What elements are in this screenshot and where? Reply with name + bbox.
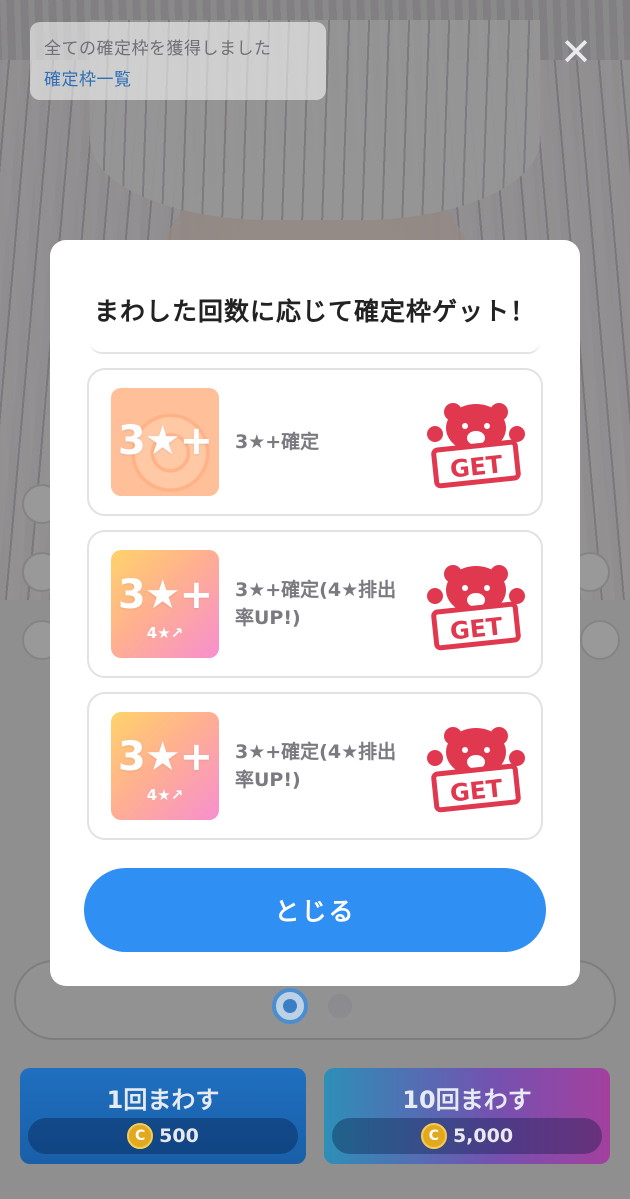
modal-title: まわした回数に応じて確定枠ゲット！	[93, 297, 536, 326]
reward-row: 3★+ 3★+確定 GET	[87, 368, 543, 516]
reward-badge-text: 3★+	[117, 572, 213, 618]
spin-ten-cost: C 5,000	[332, 1118, 602, 1154]
spin-once-label: 1回まわす	[106, 1086, 220, 1114]
coin-icon: C	[127, 1123, 154, 1149]
reward-badge-subtext: 4★↗	[146, 624, 184, 642]
reward-badge-subtext: 4★↗	[146, 786, 184, 804]
spin-ten-label: 10回まわす	[402, 1086, 532, 1114]
reward-row: 3★+ 4★↗ 3★+確定(4★排出率UP!) GET	[87, 692, 543, 840]
close-modal-button[interactable]: とじる	[84, 868, 546, 952]
reward-badge-text: 3★+	[117, 418, 213, 464]
close-icon[interactable]: ✕	[556, 32, 596, 72]
spin-ten-cost-value: 5,000	[452, 1125, 514, 1147]
reward-label: 3★+確定(4★排出率UP!)	[235, 741, 397, 791]
guaranteed-slot-modal: まわした回数に応じて確定枠ゲット！ 3★+ 3★+確定 GET 3★+ 4★↗	[50, 240, 580, 986]
spin-once-cost-value: 500	[159, 1125, 199, 1147]
notice-banner: 全ての確定枠を獲得しました 確定枠一覧	[30, 22, 326, 100]
spin-once-button[interactable]: 1回まわす C 500	[20, 1068, 306, 1164]
reward-badge: 3★+ 4★↗	[111, 550, 219, 658]
get-stamp-icon: GET	[427, 403, 525, 489]
reward-badge: 3★+ 4★↗	[111, 712, 219, 820]
get-stamp-icon: GET	[427, 727, 525, 813]
coin-icon: C	[420, 1123, 447, 1149]
stamp-text: GET	[449, 612, 505, 645]
stamp-text: GET	[449, 774, 505, 807]
reward-label: 3★+確定(4★排出率UP!)	[235, 579, 397, 629]
get-stamp-icon: GET	[427, 565, 525, 651]
reward-row: 3★+ 4★↗ 3★+確定(4★排出率UP!) GET	[87, 530, 543, 678]
reward-badge-text: 3★+	[117, 734, 213, 780]
spin-once-cost: C 500	[28, 1118, 298, 1154]
stamp-text: GET	[449, 450, 505, 483]
list-scroll-edge	[90, 336, 540, 354]
page-dot[interactable]	[328, 994, 352, 1018]
guaranteed-list-link[interactable]: 確定枠一覧	[44, 65, 312, 90]
reward-badge: 3★+	[111, 388, 219, 496]
notice-text: 全ての確定枠を獲得しました	[44, 39, 272, 59]
spin-ten-button[interactable]: 10回まわす C 5,000	[324, 1068, 610, 1164]
reward-label: 3★+確定	[235, 431, 320, 453]
page-dot-active[interactable]	[272, 988, 308, 1024]
